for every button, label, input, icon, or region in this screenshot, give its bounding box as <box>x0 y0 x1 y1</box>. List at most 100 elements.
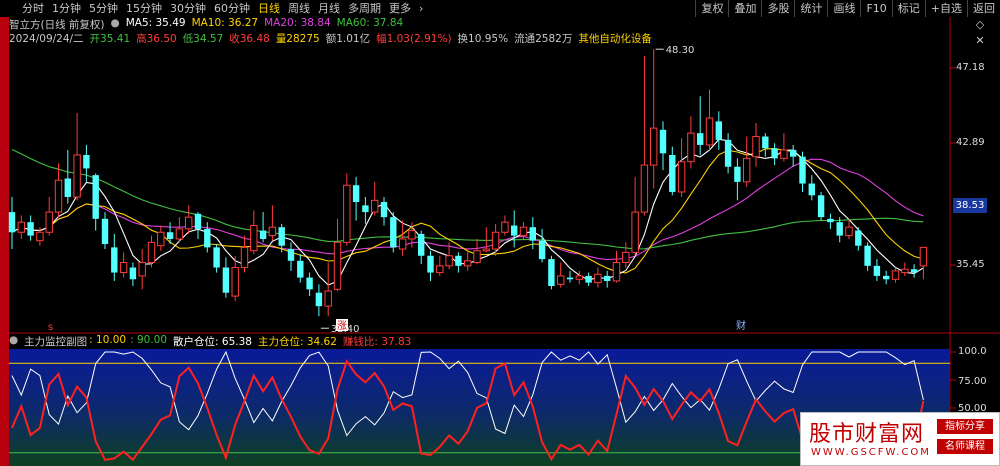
candle-body-up <box>324 290 332 307</box>
candle-body-down <box>287 249 295 261</box>
candle-body-down <box>352 185 360 203</box>
candle-body-up <box>250 225 258 252</box>
retail-position: 散户仓位: 65.38 <box>173 336 252 348</box>
candle-body-up <box>17 221 26 233</box>
sub-tick-75: 75.00 <box>958 376 987 387</box>
candle-body-up <box>36 231 44 242</box>
candle-body-down <box>864 245 871 266</box>
watermark-url: WWW.GSCFW.COM <box>811 447 931 458</box>
sub-param-2: : 90.00 <box>130 334 168 346</box>
candle-body-down <box>278 227 285 246</box>
zhang-marker: 涨 <box>337 320 347 332</box>
candle-body-down <box>222 267 230 293</box>
candle-body-down <box>259 230 267 239</box>
candle-body-down <box>790 149 797 157</box>
candle-body-up <box>901 268 909 274</box>
candle-body-up <box>677 161 686 193</box>
candle-body-down <box>297 260 304 278</box>
candle-body-up <box>482 248 491 252</box>
candle-body-down <box>585 275 592 283</box>
candle-body-down <box>380 202 388 218</box>
site-watermark: 股市财富网 WWW.GSCFW.COM 指标分享 名师课程 <box>800 412 1000 466</box>
candle-body-down <box>64 178 71 197</box>
candle-body-down <box>659 129 667 154</box>
candle-body-up <box>175 228 184 240</box>
candle-body-down <box>101 218 109 245</box>
candle-body-down <box>204 228 211 248</box>
ma60-line <box>11 149 924 250</box>
watermark-tag-2[interactable]: 名师课程 <box>937 439 993 454</box>
candle-body-up <box>268 226 277 237</box>
candle-body-down <box>771 148 778 159</box>
candle-body-down <box>194 213 202 229</box>
candle-body-down <box>762 136 769 149</box>
candle-body-down <box>883 275 890 280</box>
candle-body-down <box>27 222 34 236</box>
sub-param-1: : 10.00 <box>89 334 127 346</box>
candle-body-down <box>111 247 118 273</box>
candle-body-down <box>817 195 825 218</box>
candle-body-up <box>119 261 128 274</box>
candle-body-up <box>147 241 156 263</box>
candle-body-down <box>83 154 90 169</box>
candle-body-down <box>734 166 741 182</box>
candle-body-down <box>92 175 99 219</box>
candle-body-down <box>427 255 434 273</box>
candle-body-up <box>138 261 146 277</box>
candle-body-up <box>519 226 528 237</box>
sub-tick-100: 100.0 <box>958 346 987 357</box>
candle-body-up <box>594 273 602 284</box>
candle-body-up <box>464 260 472 267</box>
candle-body-down <box>724 139 732 167</box>
candle-body-up <box>398 238 407 250</box>
sub-panel-settings-icon[interactable]: ● <box>9 334 18 349</box>
price-tick-3: 35.45 <box>956 259 985 270</box>
candle-body-down <box>669 154 676 192</box>
candle-body-up <box>752 136 760 158</box>
candle-body-up <box>54 179 63 213</box>
candle-body-down <box>697 133 704 145</box>
candle-body-down <box>129 267 137 280</box>
candle-body-down <box>529 227 536 241</box>
candle-body-down <box>808 183 815 196</box>
candle-body-up <box>491 231 500 250</box>
candle-body-down <box>390 217 397 248</box>
kline-window: 分时 1分钟 5分钟 15分钟 30分钟 60分钟 日线 周线 月线 多周期 更多 › 复权 叠加 多股统… <box>0 0 1000 466</box>
candle-body-down <box>873 265 881 276</box>
main-position: 主力仓位: 34.62 <box>257 336 337 348</box>
candle-body-up <box>371 199 379 213</box>
candle-body-up <box>343 184 351 243</box>
candle-body-down <box>511 225 518 236</box>
candle-body-down <box>418 233 425 256</box>
candle-body-down <box>855 230 862 246</box>
candle-body-up <box>408 230 416 240</box>
candle-body-down <box>715 121 722 140</box>
kline-chart[interactable]: 48.3032.40s涨财 <box>0 0 1000 466</box>
candle-body-up <box>612 261 621 282</box>
price-tick-1: 47.18 <box>956 62 985 73</box>
candle-body-down <box>566 277 574 280</box>
candle-body-up <box>157 231 165 247</box>
candle-body-down <box>362 205 369 213</box>
candle-body-up <box>780 149 788 159</box>
sub-panel-name: 主力监控副图 <box>24 336 88 348</box>
sub-panel-header: ● 主力监控副图 : 10.00 : 90.00 散户仓位: 65.38 主力仓… <box>9 334 417 349</box>
candle-body-up <box>640 164 649 213</box>
candle-body-down <box>836 222 843 236</box>
candle-body-down <box>827 218 834 223</box>
cai-marker: 财 <box>736 319 746 332</box>
candle-body-down <box>548 259 555 286</box>
candle-body-up <box>473 250 481 263</box>
s-marker: s <box>48 322 53 333</box>
candle-body-up <box>919 246 928 267</box>
candle-body-up <box>743 157 751 183</box>
candle-body-up <box>705 117 714 146</box>
candle-body-up <box>45 211 53 233</box>
watermark-title: 股市财富网 <box>809 422 925 447</box>
candle-body-up <box>445 255 453 267</box>
candle-body-down <box>799 156 806 184</box>
watermark-tag-1[interactable]: 指标分享 <box>937 419 993 434</box>
candle-body-up <box>231 267 239 297</box>
high-price-label: 48.30 <box>666 45 695 56</box>
candle-body-up <box>333 241 342 290</box>
